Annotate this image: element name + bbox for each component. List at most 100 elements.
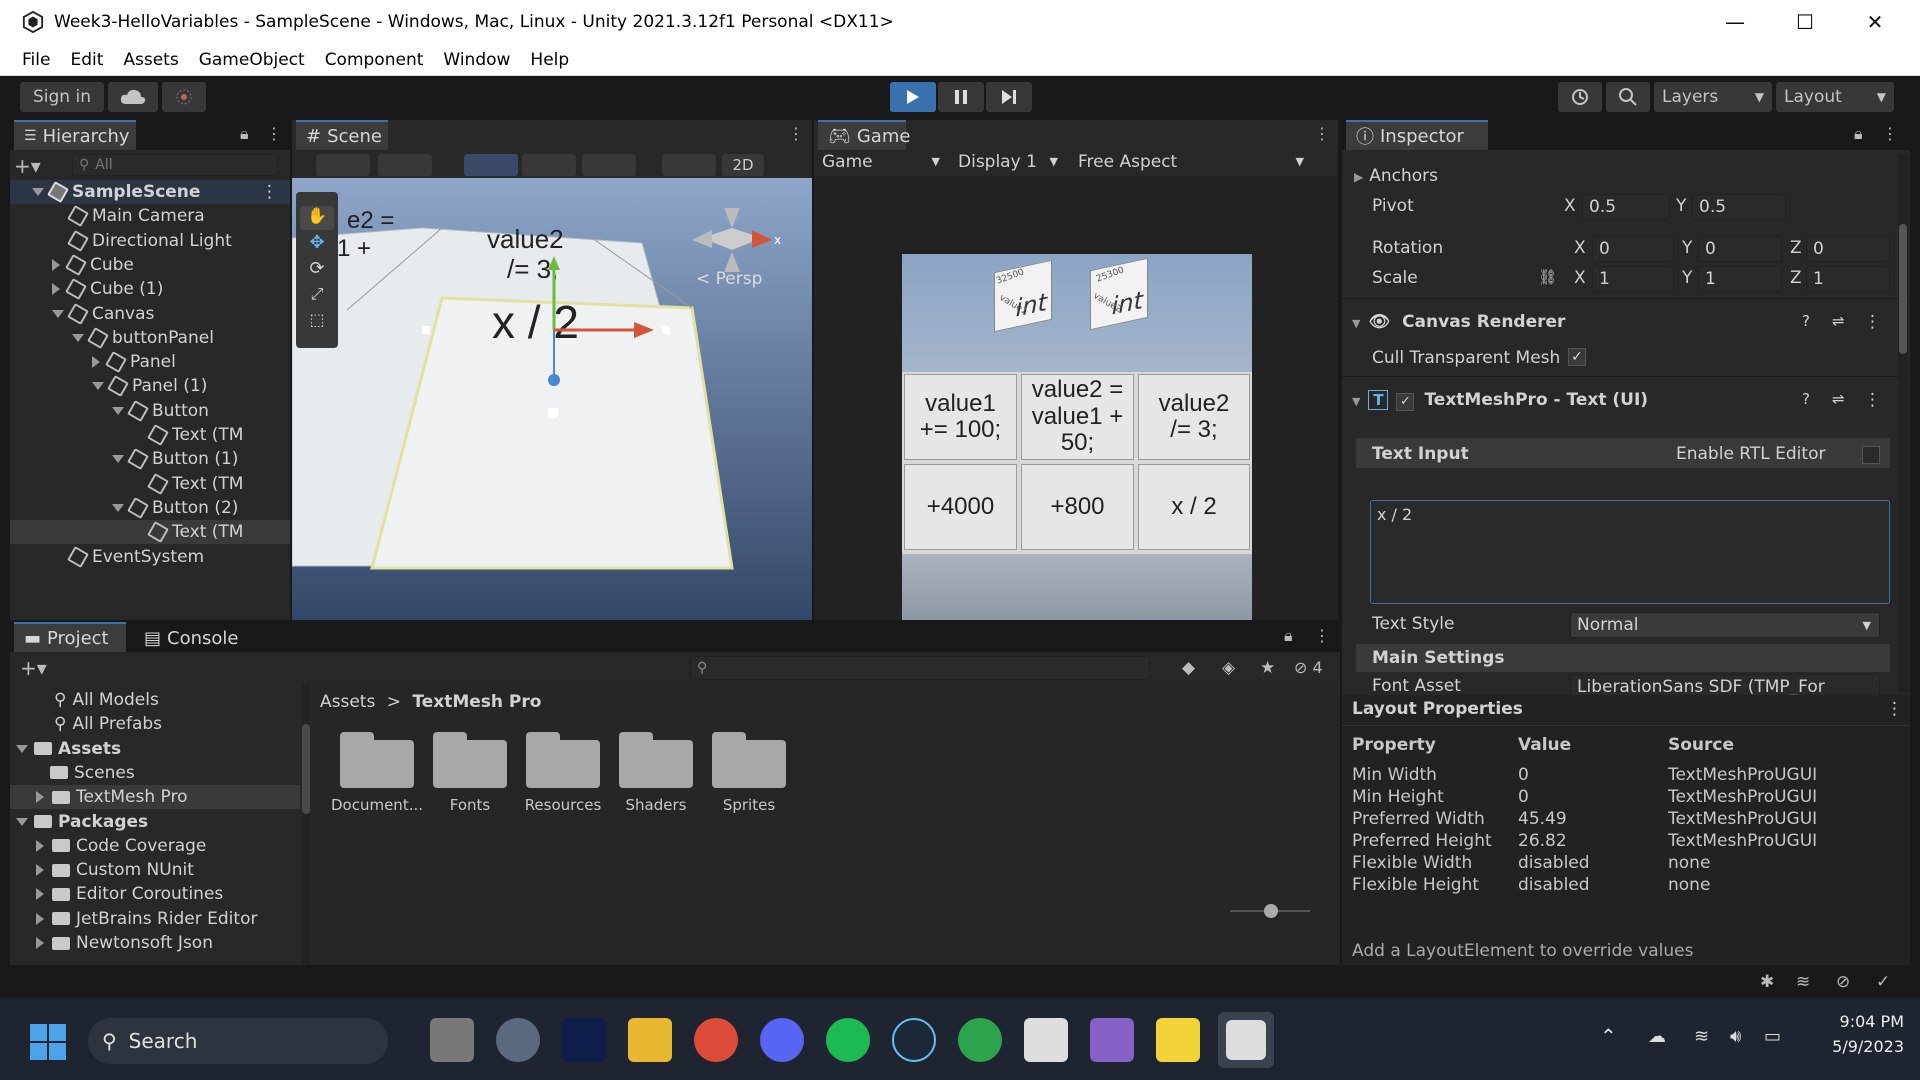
visual-studio-icon[interactable]: [1090, 1018, 1134, 1062]
move-tool-icon[interactable]: ✥: [300, 232, 334, 256]
inspector-scrollbar[interactable]: [1898, 154, 1908, 692]
chevron-right-icon[interactable]: [36, 937, 44, 949]
chevron-right-icon[interactable]: [36, 839, 44, 852]
presets-icon[interactable]: ⇌: [1832, 312, 1845, 330]
breadcrumb-assets[interactable]: Assets: [320, 692, 375, 712]
project-tree-row[interactable]: Custom NUnit: [10, 858, 300, 882]
spotify-icon[interactable]: [826, 1018, 870, 1062]
more-menu-icon[interactable]: ⋮: [1314, 626, 1330, 645]
project-tree-row[interactable]: Packages: [10, 810, 300, 834]
chrome-icon[interactable]: [694, 1018, 738, 1062]
chevron-down-icon[interactable]: [112, 455, 124, 464]
folder-icon[interactable]: [712, 730, 786, 788]
pause-button[interactable]: [938, 82, 984, 112]
folder-icon[interactable]: [433, 730, 507, 788]
scale-z-field[interactable]: 1: [1806, 266, 1890, 292]
game-button-value1-add[interactable]: value1 += 100;: [904, 374, 1017, 460]
rotation-y-field[interactable]: 0: [1698, 236, 1782, 262]
sign-in-button[interactable]: Sign in: [20, 82, 104, 112]
scale-x-field[interactable]: 1: [1592, 266, 1674, 292]
project-tree-row[interactable]: Scenes: [10, 761, 300, 785]
chevron-right-icon[interactable]: [52, 258, 60, 271]
more-menu-icon[interactable]: ⋮: [1314, 124, 1330, 143]
file-explorer-icon[interactable]: [628, 1018, 672, 1062]
chevron-down-icon[interactable]: [52, 309, 64, 318]
toggle-2d-button[interactable]: 2D: [722, 154, 764, 176]
add-button[interactable]: +▾: [20, 656, 47, 680]
canvas-renderer-header[interactable]: ▼ 👁︎ Canvas Renderer: [1352, 312, 1565, 332]
hierarchy-row[interactable]: Button: [10, 399, 290, 423]
project-tree-row[interactable]: JetBrains Rider Editor: [10, 907, 300, 931]
chevron-down-icon[interactable]: [16, 817, 28, 826]
hierarchy-row[interactable]: Directional Light: [10, 229, 290, 253]
more-menu-icon[interactable]: ⋮: [261, 182, 278, 202]
hierarchy-row[interactable]: Text (TM: [10, 472, 290, 496]
unity-hub-icon[interactable]: [1024, 1018, 1068, 1062]
chevron-right-icon[interactable]: [36, 791, 44, 804]
chevron-down-icon[interactable]: [112, 503, 124, 512]
menu-component[interactable]: Component: [325, 50, 424, 70]
hierarchy-row[interactable]: Cube (1): [10, 277, 290, 301]
project-tree-row[interactable]: ⚲ All Models: [10, 688, 300, 712]
steam-icon[interactable]: [892, 1018, 936, 1062]
increment-snap-icon[interactable]: [582, 154, 636, 176]
help-icon[interactable]: ?: [1802, 312, 1810, 330]
menu-help[interactable]: Help: [530, 50, 569, 70]
rtl-checkbox[interactable]: [1862, 446, 1880, 464]
hierarchy-row[interactable]: Button (2): [10, 496, 290, 520]
pivot-x-field[interactable]: 0.5: [1582, 194, 1670, 220]
more-menu-icon[interactable]: ⋮: [788, 124, 804, 143]
project-tree-row[interactable]: Editor Coroutines: [10, 882, 300, 906]
tab-hierarchy[interactable]: ☰ Hierarchy: [14, 120, 136, 150]
windows-start-icon[interactable]: [30, 1024, 66, 1060]
wifi-icon[interactable]: ≋: [1694, 1026, 1709, 1047]
font-asset-field[interactable]: LiberationSans SDF (TMP_For: [1570, 674, 1880, 695]
hierarchy-row[interactable]: Text (TM: [10, 520, 290, 545]
text-style-dropdown[interactable]: Normal ▼: [1570, 612, 1880, 638]
anchors-foldout[interactable]: ▶ Anchors: [1354, 166, 1438, 186]
project-tree-row[interactable]: Code Coverage: [10, 834, 300, 858]
hierarchy-search-input[interactable]: ⚲ All: [72, 154, 278, 176]
breadcrumb-current[interactable]: TextMesh Pro: [412, 692, 541, 712]
hierarchy-row[interactable]: Canvas: [10, 302, 290, 326]
cloud-icon[interactable]: [108, 82, 158, 112]
sticky-notes-icon[interactable]: [1156, 1018, 1200, 1062]
chevron-down-icon[interactable]: [32, 188, 44, 196]
folder-icon[interactable]: [619, 730, 693, 788]
project-tree-row[interactable]: TextMesh Pro: [10, 785, 300, 810]
clock[interactable]: 9:04 PM 5/9/2023: [1804, 1012, 1904, 1056]
tmp-enabled-checkbox[interactable]: ✓: [1396, 393, 1415, 411]
display-dropdown[interactable]: Display 1 ▼: [950, 150, 1064, 176]
hierarchy-row[interactable]: Panel: [10, 350, 290, 374]
hierarchy-row[interactable]: Text (TM: [10, 423, 290, 447]
visibility-icon[interactable]: [662, 154, 716, 176]
folder-icon[interactable]: [340, 730, 414, 788]
pivot-y-field[interactable]: 0.5: [1692, 194, 1786, 220]
scale-y-field[interactable]: 1: [1698, 266, 1782, 292]
tab-game[interactable]: 🎮︎ Game: [818, 120, 910, 150]
chevron-down-icon[interactable]: [92, 382, 104, 391]
tab-scene[interactable]: # Scene: [296, 120, 388, 150]
hierarchy-row[interactable]: Cube: [10, 253, 290, 277]
project-tree-scrollbar[interactable]: [302, 684, 310, 964]
lock-icon[interactable]: 🔒︎: [1284, 626, 1293, 646]
hierarchy-row[interactable]: buttonPanel: [10, 326, 290, 350]
rect-tool-icon[interactable]: ⬚: [300, 310, 334, 334]
chevron-down-icon[interactable]: [16, 744, 28, 753]
rotation-z-field[interactable]: 0: [1806, 236, 1890, 262]
chevron-up-icon[interactable]: ⌃: [1600, 1024, 1617, 1048]
chevron-right-icon[interactable]: [92, 356, 100, 369]
game-button-x-div-2[interactable]: x / 2: [1138, 464, 1250, 550]
collab-icon[interactable]: [162, 82, 206, 112]
lock-icon[interactable]: 🔒︎: [1854, 124, 1863, 144]
game-button-value2-divide[interactable]: value2 /= 3;: [1138, 374, 1250, 460]
hidden-packages-icon[interactable]: ⊘ 4: [1294, 658, 1323, 677]
auto-generate-icon[interactable]: ⊘: [1836, 972, 1850, 992]
game-button-value2-assign[interactable]: value2 = value1 + 50;: [1021, 374, 1134, 460]
project-search-input[interactable]: ⚲: [690, 656, 1150, 680]
rotate-tool-icon[interactable]: ⟳: [300, 258, 334, 282]
menu-file[interactable]: File: [22, 50, 50, 70]
menu-edit[interactable]: Edit: [70, 50, 103, 70]
layout-dropdown[interactable]: Layout ▼: [1776, 82, 1894, 112]
debug-icon[interactable]: ✱: [1760, 972, 1774, 992]
